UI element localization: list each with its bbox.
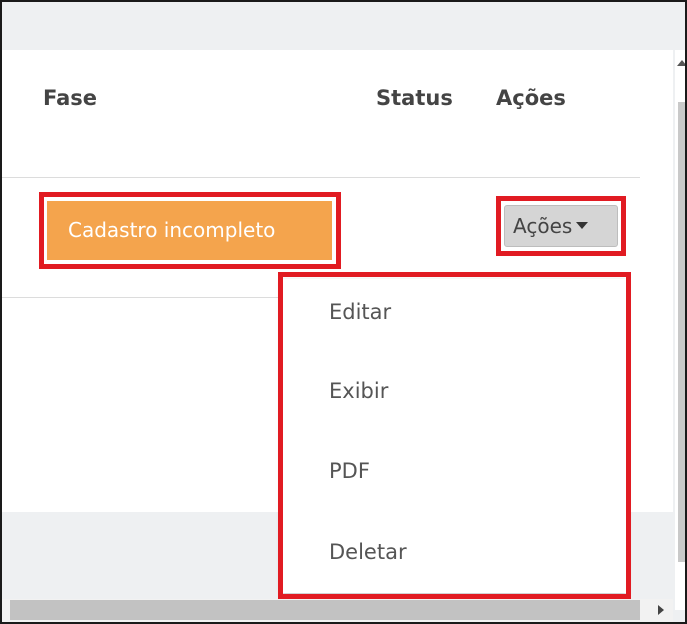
column-header-acoes: Ações (496, 86, 566, 110)
highlight-box-menu (278, 272, 631, 599)
scroll-up-icon[interactable] (677, 60, 685, 66)
header-divider (2, 177, 640, 178)
column-header-fase: Fase (43, 86, 98, 110)
scroll-right-icon[interactable] (658, 605, 664, 615)
highlight-box-acoes (496, 196, 626, 256)
horizontal-scrollbar-thumb[interactable] (10, 600, 640, 620)
row-divider (2, 297, 278, 298)
vertical-scrollbar-thumb[interactable] (678, 102, 685, 562)
highlight-box-fase (39, 192, 341, 269)
window-frame: Fase Status Ações Cadastro incompleto Aç… (0, 0, 687, 624)
column-header-status: Status (376, 86, 453, 110)
